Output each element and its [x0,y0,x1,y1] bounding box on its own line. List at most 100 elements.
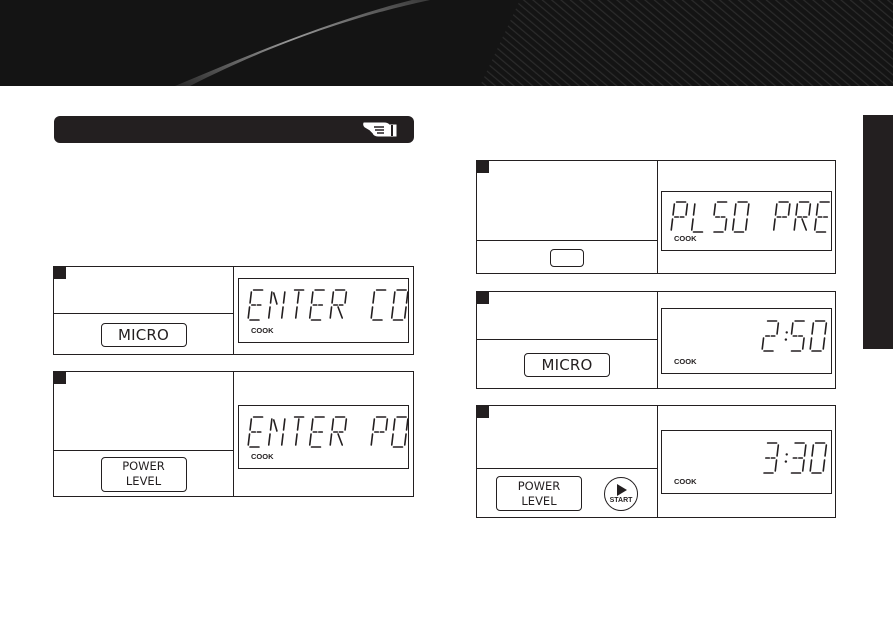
power-level-button[interactable]: POWER LEVEL [496,476,582,511]
cook-indicator: COOK [251,452,274,461]
lcd-glyph [293,416,305,446]
lcd-segment [247,433,251,446]
step-panel-4: MICRO COOK [476,291,836,389]
lcd-glyph [772,201,791,231]
micro-button[interactable]: MICRO [524,352,610,377]
power-level-label-line1: POWER [122,459,165,473]
lcd-segment [822,459,826,472]
lcd-glyph [267,291,286,319]
lcd-display: COOK [238,405,409,469]
lcd-segment [390,433,394,446]
power-level-label-line2: LEVEL [521,493,557,508]
lcd-segment [272,419,278,432]
step-instruction [477,161,657,241]
step-panel-2: POWER LEVEL COOK [53,371,414,497]
page-header-band [0,0,893,86]
lcd-segment [813,218,817,231]
lcd-segment [731,218,735,231]
lcd-segment [403,433,407,446]
lcd-segment [372,291,376,304]
lcd-display: COOK [238,278,409,343]
lcd-segment [272,292,278,305]
lcd-segment [713,203,717,216]
lcd-display: COOK [661,191,832,251]
lcd-segment [344,418,348,431]
lcd-segment [403,306,407,319]
lcd-segment [267,433,271,446]
lcd-segment [744,218,748,231]
lcd-glyph [790,442,807,474]
lcd-segment [405,418,409,431]
lcd-segment [390,306,394,319]
chapter-side-tab [863,115,893,349]
lcd-glyph [370,289,387,321]
lcd-segment [803,444,807,457]
step-instruction [477,292,657,340]
lcd-segment [801,218,808,231]
step-number-badge [477,161,489,173]
lcd-glyph [690,203,704,233]
lcd-segment [372,418,376,431]
step-instruction-column: MICRO [477,292,658,388]
step-instruction-column: MICRO [54,267,234,354]
step-instruction-column: POWER LEVEL [54,372,234,496]
lcd-colon-dot [784,338,788,341]
lcd-segment [269,291,273,304]
lcd-segment [331,418,335,431]
lcd-segment [337,306,344,319]
lcd-segment [776,444,780,457]
lcd-segment [269,418,273,431]
lcd-segment [296,418,300,431]
lcd-segment [776,322,780,335]
lcd-glyph [793,201,812,231]
lcd-glyph [390,416,409,448]
step-number-badge [54,372,66,384]
lcd-glyph [247,416,264,448]
unlabeled-button[interactable] [550,248,584,267]
cook-indicator: COOK [674,477,697,486]
lcd-glyph [809,442,828,474]
lcd-segment [280,433,284,446]
lcd-segment [385,418,389,431]
lcd-segment [774,459,778,472]
lcd-glyph [390,289,409,321]
pointing-hand-icon [363,122,397,137]
lcd-segment [746,203,750,216]
lcd-segment [310,291,314,304]
step-button-area: MICRO [54,314,233,355]
cook-indicator: COOK [251,326,274,335]
lcd-segment [331,291,335,304]
lcd-segment [249,418,253,431]
power-level-label-line2: LEVEL [125,474,162,488]
step-panel-5: POWER LEVEL START COOK [476,405,836,518]
lcd-segment [405,291,409,304]
lcd-segment [392,418,396,431]
start-button[interactable]: START [604,476,638,511]
lcd-glyph [790,320,805,352]
micro-button[interactable]: MICRO [100,322,187,347]
lcd-segment [308,306,312,319]
lcd-segment [294,306,298,319]
lcd-segment [685,203,689,216]
cook-indicator: COOK [674,234,697,243]
lcd-glyph [731,201,750,233]
lcd-glyph [329,416,348,446]
lcd-glyph [813,201,830,233]
lcd-segment [811,322,815,335]
lcd-segment [815,203,819,216]
lcd-segment-text [247,289,409,321]
lcd-segment-text [247,416,409,448]
lcd-segment [824,322,828,335]
lcd-segment [337,433,344,446]
lcd-segment [824,444,828,457]
lcd-segment-text [763,442,828,474]
lcd-segment [247,306,251,319]
lcd-segment-text [670,201,830,233]
lcd-glyph [267,418,286,446]
power-level-button[interactable]: POWER LEVEL [100,456,187,492]
lcd-segment [310,418,314,431]
step-button-area: POWER LEVEL START [477,469,657,518]
step-instruction-column: POWER LEVEL START [477,406,658,517]
play-icon [616,483,627,496]
lcd-segment [822,337,826,350]
